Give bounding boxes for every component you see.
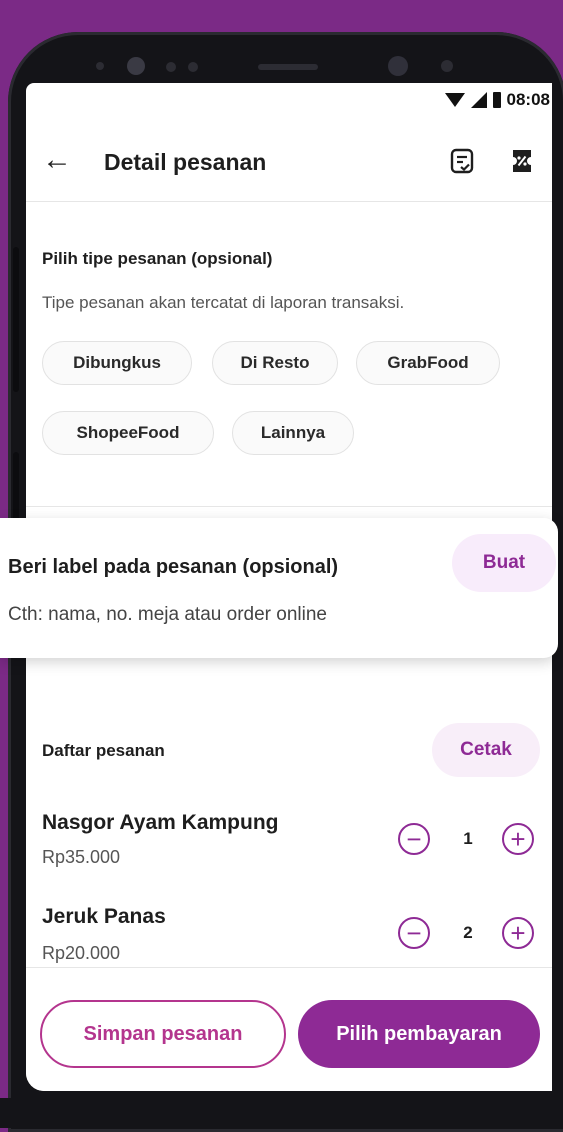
order-label-card[interactable]: Beri label pada pesanan (opsional) Cth: … (0, 518, 558, 658)
app-header: ← Detail pesanan (26, 123, 552, 202)
page-title: Detail pesanan (104, 149, 267, 175)
chip-dibungkus[interactable]: Dibungkus (42, 341, 192, 385)
phone-speaker (258, 64, 318, 70)
chip-di-resto[interactable]: Di Resto (212, 341, 338, 385)
phone-sensor (441, 60, 453, 72)
order-type-subtitle: Tipe pesanan akan tercatat di laporan tr… (42, 293, 405, 312)
label-card-hint: Cth: nama, no. meja atau order online (8, 604, 327, 625)
order-item-name: Jeruk Panas (42, 905, 166, 928)
phone-sensor (188, 62, 198, 72)
battery-icon (492, 92, 501, 108)
signal-icon (470, 92, 487, 108)
phone-bottom-bezel (0, 1098, 563, 1128)
decrease-qty-button[interactable]: − (398, 823, 430, 855)
order-item-price: Rp35.000 (42, 847, 121, 867)
chip-lainnya[interactable]: Lainnya (232, 411, 354, 455)
minus-icon: − (406, 918, 422, 948)
print-button[interactable]: Cetak (432, 723, 540, 777)
phone-side-button (13, 247, 19, 392)
label-card-heading: Beri label pada pesanan (opsional) (8, 556, 339, 578)
order-type-heading: Pilih tipe pesanan (opsional) (42, 249, 273, 268)
phone-side-button (13, 452, 19, 522)
plus-icon: + (510, 918, 526, 948)
status-time: 08:08 (506, 90, 550, 109)
discount-ticket-icon[interactable] (510, 148, 534, 174)
note-check-icon[interactable] (450, 148, 474, 174)
minus-icon: − (406, 824, 422, 854)
order-type-section: Pilih tipe pesanan (opsional) Tipe pesan… (26, 201, 552, 507)
phone-sensor (166, 62, 176, 72)
phone-sensor (96, 62, 104, 70)
decrease-qty-button[interactable]: − (398, 917, 430, 949)
order-item-name: Nasgor Ayam Kampung (42, 811, 279, 834)
status-bar: 08:08 (444, 83, 552, 117)
wifi-icon (444, 93, 465, 107)
choose-payment-button[interactable]: Pilih pembayaran (298, 1000, 540, 1068)
item-quantity: 1 (463, 829, 473, 848)
increase-qty-button[interactable]: + (502, 823, 534, 855)
order-list-heading: Daftar pesanan (42, 741, 165, 760)
phone-sensor (127, 57, 145, 75)
arrow-left-icon[interactable]: ← (42, 145, 72, 175)
plus-icon: + (510, 824, 526, 854)
create-label-button[interactable]: Buat (452, 534, 556, 592)
increase-qty-button[interactable]: + (502, 917, 534, 949)
item-quantity: 2 (463, 923, 473, 942)
chip-shopeefood[interactable]: ShopeeFood (42, 411, 214, 455)
order-item-price: Rp20.000 (42, 943, 121, 963)
chip-grabfood[interactable]: GrabFood (356, 341, 500, 385)
footer-actions: Simpan pesanan Pilih pembayaran (26, 967, 552, 1091)
phone-camera (388, 56, 408, 76)
save-order-button[interactable]: Simpan pesanan (40, 1000, 286, 1068)
